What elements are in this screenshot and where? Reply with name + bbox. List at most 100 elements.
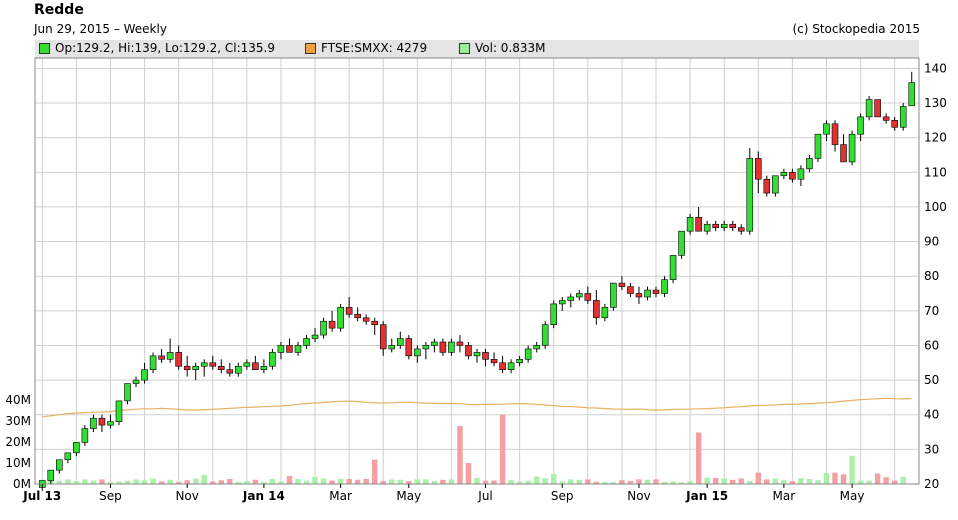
candle-body xyxy=(516,359,523,364)
volume-bar xyxy=(508,479,514,484)
x-tick-label: Nov xyxy=(175,489,198,503)
candle-body xyxy=(371,320,378,325)
volume-bar xyxy=(857,480,864,484)
volume-bar xyxy=(474,478,480,484)
price-tick-label: 100 xyxy=(924,200,947,214)
candle-body xyxy=(124,383,131,402)
volume-bar xyxy=(874,473,881,484)
candle-body xyxy=(644,289,651,298)
candle-body xyxy=(814,133,822,159)
volume-bar xyxy=(482,480,489,484)
volume-bar xyxy=(457,426,463,484)
candle-body xyxy=(175,352,182,367)
volume-bar xyxy=(499,414,506,484)
volume-bar xyxy=(755,472,762,484)
candle-body xyxy=(320,320,327,336)
volume-bar xyxy=(286,476,293,484)
volume-bar xyxy=(124,480,131,484)
volume-bar xyxy=(346,478,352,484)
volume-bar xyxy=(320,478,327,484)
volume-bar xyxy=(192,478,199,484)
price-tick-label: 110 xyxy=(924,165,947,179)
volume-bar xyxy=(90,480,97,484)
candle-body xyxy=(763,178,771,194)
volume-tick-label: 10M xyxy=(5,456,31,470)
candle-body xyxy=(422,345,430,350)
candle-body xyxy=(337,307,344,329)
candle-body xyxy=(891,120,898,128)
candle-body xyxy=(797,168,805,180)
volume-bar xyxy=(99,479,105,484)
candle-body xyxy=(899,106,907,128)
candle-body xyxy=(789,171,796,180)
volume-bar xyxy=(329,480,335,484)
candle-body xyxy=(848,133,856,163)
volume-bar xyxy=(849,455,855,484)
candle-body xyxy=(107,421,114,426)
volume-bar xyxy=(712,478,719,484)
candle-body xyxy=(780,171,788,177)
volume-bar xyxy=(269,478,276,484)
volume-bar xyxy=(448,479,455,484)
candle-body xyxy=(303,338,310,346)
candle-body xyxy=(132,379,140,384)
volume-bar xyxy=(389,479,395,484)
volume-bar xyxy=(764,479,770,484)
price-tick-label: 80 xyxy=(924,269,939,283)
candle-body xyxy=(669,255,677,280)
candle-body xyxy=(524,348,532,360)
volume-bar xyxy=(738,478,744,484)
volume-bar xyxy=(568,479,574,484)
volume-bar xyxy=(704,477,710,484)
candle-body xyxy=(192,365,199,371)
x-tick-label: Sep xyxy=(551,489,574,503)
candle-body xyxy=(260,365,268,371)
candle-body xyxy=(209,362,217,367)
candle-body xyxy=(601,307,609,319)
volume-bar xyxy=(150,478,156,484)
x-tick-label: Jan 14 xyxy=(242,489,285,503)
candle-body xyxy=(448,341,455,353)
candle-body xyxy=(908,82,916,107)
price-tick-label: 130 xyxy=(924,96,947,110)
x-tick-label: Mar xyxy=(329,489,352,503)
x-tick-label: Mar xyxy=(773,489,796,503)
candle-body xyxy=(806,158,813,170)
price-tick-label: 50 xyxy=(924,373,939,387)
price-tick-label: 90 xyxy=(924,235,939,249)
candle-body xyxy=(235,365,242,374)
candle-body xyxy=(56,459,63,471)
x-tick-label: Nov xyxy=(627,489,650,503)
x-tick-label: Jul xyxy=(477,489,492,503)
candle-body xyxy=(541,324,549,346)
candle-body xyxy=(635,293,643,298)
candle-body xyxy=(149,355,157,371)
volume-bar xyxy=(576,479,583,484)
stock-chart: 20304050607080901001101201301400M10M20M3… xyxy=(5,57,947,503)
candle-body xyxy=(746,158,754,232)
volume-bar xyxy=(585,479,591,484)
volume-bar xyxy=(533,476,540,484)
volume-bar xyxy=(815,480,821,484)
candle-body xyxy=(755,158,762,180)
candle-body xyxy=(388,345,396,350)
candle-body xyxy=(456,341,464,346)
candle-body xyxy=(576,293,583,298)
volume-bar xyxy=(397,479,404,484)
x-tick-label: May xyxy=(396,489,421,503)
volume-bar xyxy=(525,480,531,484)
x-tick-label: Jul 13 xyxy=(22,489,61,503)
price-tick-label: 60 xyxy=(924,338,939,352)
volume-bar xyxy=(133,479,139,484)
candle-body xyxy=(431,341,438,346)
candle-body xyxy=(703,223,711,232)
volume-tick-label: 20M xyxy=(5,435,31,449)
volume-bar xyxy=(201,474,207,484)
volume-bar xyxy=(781,480,787,484)
candle-body xyxy=(729,223,737,229)
x-tick-label: Sep xyxy=(99,489,122,503)
candle-body xyxy=(90,417,97,429)
volume-bar xyxy=(832,472,838,484)
volume-bar xyxy=(303,480,310,484)
volume-bar xyxy=(866,480,872,484)
